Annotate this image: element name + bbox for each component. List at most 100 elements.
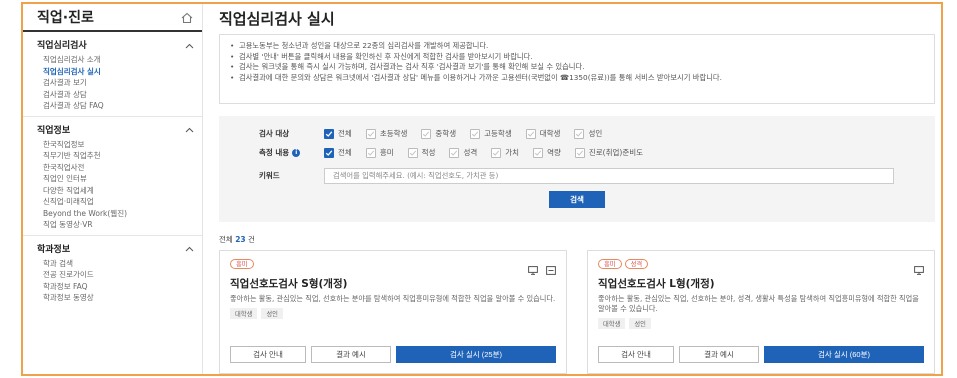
card-description: 좋아하는 활동, 관심있는 직업, 선호하는 분야를 탐색하여 직업흥미유형에 … [230, 294, 556, 303]
checkbox-icon[interactable] [407, 147, 418, 158]
content-checkbox[interactable]: 성격 [449, 147, 477, 158]
result-count: 전체 23 건 [219, 235, 255, 244]
sidebar-item[interactable]: 학과 검색 [37, 258, 194, 270]
content-option-label: 흥미 [379, 148, 394, 157]
sidebar-item[interactable]: 검사결과 보기 [37, 77, 194, 89]
target-option-label: 중학생 [435, 129, 457, 138]
result-example-button[interactable]: 결과 예시 [311, 346, 391, 363]
info-icon[interactable]: i [292, 148, 301, 157]
result-example-button[interactable]: 결과 예시 [679, 346, 759, 363]
home-icon[interactable] [180, 10, 194, 24]
target-checkbox[interactable]: 고등학생 [470, 128, 512, 139]
page-title: 직업심리검사 실시 [219, 10, 335, 28]
start-test-button[interactable]: 검사 실시 (60분) [764, 346, 924, 363]
target-option-label: 대학생 [539, 129, 561, 138]
content-checkbox[interactable]: 역량 [533, 147, 561, 158]
content-option-label: 역량 [547, 148, 561, 157]
keyword-input[interactable]: 검색어를 입력해주세요. (예시: 직업선호도, 가치관 등) [324, 167, 894, 184]
sidebar-title: 직업·진로 [37, 10, 94, 26]
target-checkbox[interactable]: 성인 [574, 128, 602, 139]
sidebar-item[interactable]: 학과정보 FAQ [37, 281, 194, 293]
content-checkbox[interactable]: 진로(취업)준비도 [574, 147, 643, 158]
content-checkbox[interactable]: 흥미 [365, 147, 394, 158]
target-checkbox[interactable]: 중학생 [421, 128, 456, 139]
sidebar-section-title[interactable]: 학과정보 [37, 242, 194, 255]
card-title: 직업선호도검사 S형(개정) [230, 278, 348, 290]
test-guide-button[interactable]: 검사 안내 [230, 346, 306, 363]
page-frame: 직업·진로 직업심리검사 직업심리검사 소개 직업심리검사 실시 검사결과 보기 검사결… [21, 2, 943, 376]
sidebar-item[interactable]: 직업심리검사 실시 [37, 66, 194, 78]
search-button[interactable]: 검색 [549, 191, 605, 208]
content-checkbox[interactable]: 적성 [407, 147, 436, 158]
result-count-number: 23 [235, 235, 246, 244]
badge-group: 흥미 성격 [598, 259, 924, 269]
checkbox-checked-icon[interactable] [324, 128, 334, 139]
sidebar: 직업·진로 직업심리검사 직업심리검사 소개 직업심리검사 실시 검사결과 보기 검사결… [23, 4, 203, 374]
sidebar-section-title[interactable]: 직업심리검사 [37, 38, 194, 51]
chevron-up-icon[interactable] [185, 42, 194, 48]
target-option-label: 고등학생 [484, 129, 512, 138]
target-checkbox[interactable]: 초등학생 [365, 128, 408, 139]
sidebar-item[interactable]: Beyond the Work(웹진) [37, 208, 194, 220]
keyword-row: 키워드 검색어를 입력해주세요. (예시: 직업선호도, 가치관 등) [229, 166, 925, 185]
target-checkbox[interactable]: 전체 [324, 128, 352, 139]
content-option-label: 적성 [421, 148, 436, 157]
notice-box: 고용노동부는 청소년과 성인을 대상으로 22종의 심리검사를 개발하여 제공합… [219, 34, 935, 104]
sidebar-item[interactable]: 검사결과 상담 FAQ [37, 100, 194, 112]
checkbox-icon[interactable] [574, 128, 585, 139]
sidebar-section: 직업심리검사직업심리검사 소개 직업심리검사 실시 검사결과 보기 검사결과 상담 검사… [23, 32, 202, 116]
sidebar-item[interactable]: 한국직업정보 [37, 139, 194, 151]
test-guide-button[interactable]: 검사 안내 [598, 346, 674, 363]
content-label: 측정 내용 i [229, 147, 324, 158]
checkbox-icon[interactable] [491, 147, 502, 158]
pc-icon[interactable] [528, 260, 538, 275]
target-filter-row: 검사 대상 전체 초등학생 중학생 고등학생 대학생 성인 [229, 124, 925, 143]
target-option-label: 초등학생 [379, 129, 408, 138]
notice-item: 검사결과에 대한 문의와 상담은 워크넷에서 '검사결과 상담' 메뉴를 이용하… [230, 73, 924, 84]
checkbox-checked-icon[interactable] [324, 147, 334, 158]
target-tag: 성인 [261, 308, 283, 319]
card-icons [914, 260, 924, 275]
checkbox-icon[interactable] [533, 147, 544, 158]
sidebar-item[interactable]: 신직업·미래직업 [37, 196, 194, 208]
keyword-label: 키워드 [259, 171, 280, 180]
notice-item: 검사별 '안내' 버튼을 클릭해서 내용을 확인하신 후 자신에게 적합한 검사… [230, 52, 924, 63]
checkbox-icon[interactable] [449, 147, 460, 158]
card-icons [528, 260, 556, 275]
content-checkbox[interactable]: 가치 [491, 147, 519, 158]
content-option-label: 가치 [505, 148, 520, 157]
sidebar-item[interactable]: 검사결과 상담 [37, 89, 194, 101]
search-filter: 검사 대상 전체 초등학생 중학생 고등학생 대학생 성인 측정 내용 i 전체 흥미 적성 성… [219, 116, 935, 222]
checkbox-icon[interactable] [421, 128, 432, 139]
checkbox-icon[interactable] [574, 147, 585, 158]
print-icon[interactable] [546, 260, 556, 275]
chevron-up-icon[interactable] [185, 245, 194, 252]
checkbox-icon[interactable] [365, 147, 376, 158]
checkbox-icon[interactable] [470, 128, 481, 139]
target-tag: 대학생 [598, 318, 626, 329]
pc-icon[interactable] [914, 260, 924, 275]
sidebar-item[interactable]: 학과정보 동영상 [37, 292, 194, 304]
test-card: 흥미 성격직업선호도검사 L형(개정) 좋아하는 활동, 관심있는 직업, 선호하는… [587, 250, 935, 374]
sidebar-item[interactable]: 한국직업사전 [37, 162, 194, 174]
main-content: 직업심리검사 실시 고용노동부는 청소년과 성인을 대상으로 22종의 심리검사… [213, 4, 941, 374]
sidebar-section-title[interactable]: 직업정보 [37, 123, 194, 136]
sidebar-item[interactable]: 다양한 직업세계 [37, 185, 194, 197]
checkbox-icon[interactable] [365, 128, 376, 139]
sidebar-item[interactable]: 직무기반 직업추천 [37, 150, 194, 162]
checkbox-icon[interactable] [525, 128, 536, 139]
sidebar-item[interactable]: 직업인 인터뷰 [37, 173, 194, 185]
card-description: 좋아하는 활동, 관심있는 직업, 선호하는 분야, 성격, 생활사 특성을 탐… [598, 294, 919, 313]
sidebar-section: 학과정보학과 검색 전공 진로가이드 학과정보 FAQ 학과정보 동영상 [23, 234, 202, 308]
sidebar-item[interactable]: 직업 동영상·VR [37, 219, 194, 231]
card-title: 직업선호도검사 L형(개정) [598, 278, 715, 290]
chevron-up-icon[interactable] [185, 126, 194, 133]
content-option-label: 전체 [338, 148, 352, 157]
sidebar-item[interactable]: 전공 진로가이드 [37, 269, 194, 281]
sidebar-item[interactable]: 직업심리검사 소개 [37, 54, 194, 66]
target-checkbox[interactable]: 대학생 [525, 128, 561, 139]
start-test-button[interactable]: 검사 실시 (25분) [396, 346, 556, 363]
category-badge: 성격 [624, 259, 649, 269]
tag-group: 대학생 성인 [230, 308, 556, 319]
content-checkbox[interactable]: 전체 [324, 147, 352, 158]
